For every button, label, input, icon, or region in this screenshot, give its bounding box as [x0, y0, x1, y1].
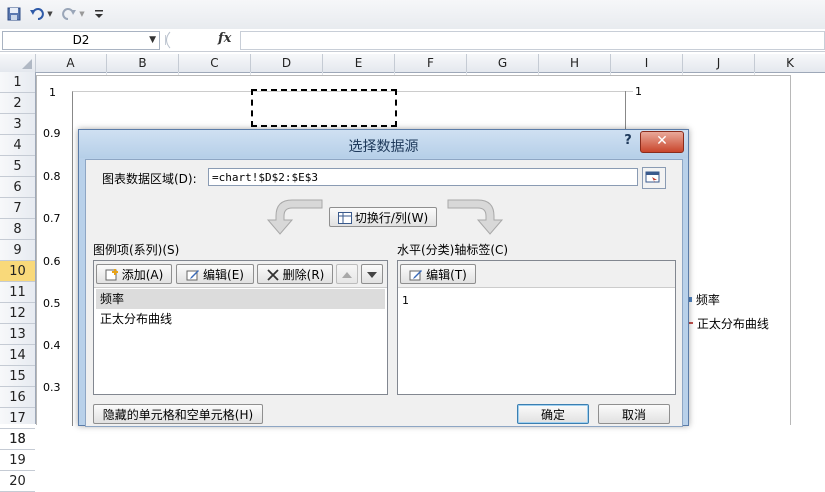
copy-marquee-selection	[251, 89, 397, 127]
switch-row-column-label: 切换行/列(W)	[354, 211, 429, 225]
edit-category-button[interactable]: 编辑(T)	[400, 264, 476, 284]
edit-icon	[186, 270, 200, 281]
ok-button[interactable]: 确定	[517, 404, 589, 424]
dialog-body: 图表数据区域(D): =chart!$D$2:$E$3 切换行/列(W) 图例项…	[85, 159, 683, 427]
y-tick-0.6: 0.6	[43, 255, 61, 268]
help-icon[interactable]: ?	[619, 133, 637, 153]
select-all-corner[interactable]	[0, 54, 36, 72]
dialog-title: 选择数据源	[348, 139, 419, 155]
legend-entries-panel: 添加(A) 编辑(E) 删除(R) 频率 正太分布曲线	[93, 260, 388, 395]
undo-icon[interactable]	[28, 6, 46, 22]
y-tick-0.4: 0.4	[43, 339, 61, 352]
move-up-icon	[342, 272, 352, 278]
customize-toolbar-icon[interactable]	[93, 6, 105, 22]
add-series-label: 添加(A)	[121, 268, 164, 282]
legend-entries-label: 图例项(系列)(S)	[93, 243, 180, 257]
add-series-button[interactable]: 添加(A)	[96, 264, 172, 284]
quick-access-toolbar: ▼ ▼	[0, 0, 825, 30]
column-header-d[interactable]: D	[251, 54, 323, 72]
move-up-button[interactable]	[336, 264, 358, 284]
column-header-g[interactable]: G	[467, 54, 539, 72]
redo-dropdown-icon[interactable]: ▼	[78, 6, 86, 22]
edit-icon	[409, 270, 423, 281]
save-icon[interactable]	[6, 6, 22, 22]
switch-right-arrow-icon	[447, 199, 504, 235]
chart-data-range-input[interactable]: =chart!$D$2:$E$3	[208, 168, 638, 186]
category-item[interactable]: 1	[398, 291, 687, 311]
delete-icon	[267, 269, 279, 281]
y-tick-0.8: 0.8	[43, 170, 61, 183]
name-box-value: D2	[72, 33, 90, 47]
formula-bar: D2 ▼ fx	[0, 29, 825, 52]
column-header-j[interactable]: J	[683, 54, 755, 72]
range-select-icon	[645, 171, 660, 183]
close-button[interactable]: ✕	[640, 131, 684, 153]
chart-data-range-label: 图表数据区域(D):	[102, 172, 197, 186]
y-tick-0.7: 0.7	[43, 212, 61, 225]
column-header-a[interactable]: A	[35, 54, 107, 72]
category-axis-labels-label: 水平(分类)轴标签(C)	[397, 243, 509, 257]
column-header-h[interactable]: H	[539, 54, 611, 72]
insert-function-icon[interactable]: fx	[218, 31, 231, 46]
delete-series-button[interactable]: 删除(R)	[257, 264, 333, 284]
move-down-icon	[367, 272, 377, 278]
secondary-y-tick-1: 1	[635, 85, 642, 98]
column-header-i[interactable]: I	[611, 54, 683, 72]
column-header-e[interactable]: E	[323, 54, 395, 72]
series-item[interactable]: 频率	[96, 289, 385, 309]
select-data-source-dialog: 选择数据源 ? ✕ 图表数据区域(D): =chart!$D$2:$E$3 切换…	[78, 129, 689, 427]
dialog-title-bar[interactable]: 选择数据源 ? ✕	[79, 130, 688, 158]
row-header-19[interactable]: 19	[0, 450, 35, 471]
column-header-f[interactable]: F	[395, 54, 467, 72]
edit-category-label: 编辑(T)	[426, 268, 467, 282]
name-box[interactable]: D2 ▼	[2, 31, 160, 50]
y-tick-0.9: 0.9	[43, 127, 61, 140]
column-header-b[interactable]: B	[107, 54, 179, 72]
add-icon	[105, 269, 118, 281]
switch-row-column-button[interactable]: 切换行/列(W)	[329, 207, 437, 227]
category-labels-toolbar: 编辑(T)	[398, 261, 675, 288]
legend-item-frequency[interactable]: 频率	[687, 291, 720, 308]
legend-entries-toolbar: 添加(A) 编辑(E) 删除(R)	[94, 261, 387, 288]
formula-input[interactable]	[240, 31, 825, 50]
y-tick-0.5: 0.5	[43, 297, 61, 310]
legend-label-frequency: 频率	[695, 293, 720, 307]
undo-dropdown-icon[interactable]: ▼	[46, 6, 54, 22]
legend-item-normal-curve[interactable]: 正太分布曲线	[687, 315, 769, 332]
hidden-empty-cells-button[interactable]: 隐藏的单元格和空单元格(H)	[93, 404, 263, 424]
name-box-dropdown-icon[interactable]: ▼	[149, 32, 156, 49]
move-down-button[interactable]	[361, 264, 383, 284]
legend-label-normal-curve: 正太分布曲线	[696, 317, 769, 331]
row-header-20[interactable]: 20	[0, 471, 35, 492]
y-tick-0.3: 0.3	[43, 381, 61, 394]
series-item[interactable]: 正太分布曲线	[96, 309, 385, 329]
formula-controls: fx	[162, 31, 236, 49]
row-headers-overlay	[0, 72, 35, 424]
edit-series-button[interactable]: 编辑(E)	[176, 264, 254, 284]
column-header-k[interactable]: K	[755, 54, 825, 72]
edit-series-label: 编辑(E)	[203, 268, 244, 282]
switch-row-column-icon	[337, 212, 352, 224]
range-collapse-button[interactable]	[642, 167, 666, 189]
column-header-c[interactable]: C	[179, 54, 251, 72]
row-header-18[interactable]: 18	[0, 429, 35, 450]
column-headers: A B C D E F G H I J K	[0, 54, 825, 73]
category-labels-panel: 编辑(T) 1	[397, 260, 676, 395]
delete-series-label: 删除(R)	[282, 268, 325, 282]
cancel-button[interactable]: 取消	[598, 404, 670, 424]
redo-icon[interactable]	[60, 6, 78, 22]
y-tick-1: 1	[49, 86, 56, 99]
switch-left-arrow-icon	[266, 199, 323, 235]
